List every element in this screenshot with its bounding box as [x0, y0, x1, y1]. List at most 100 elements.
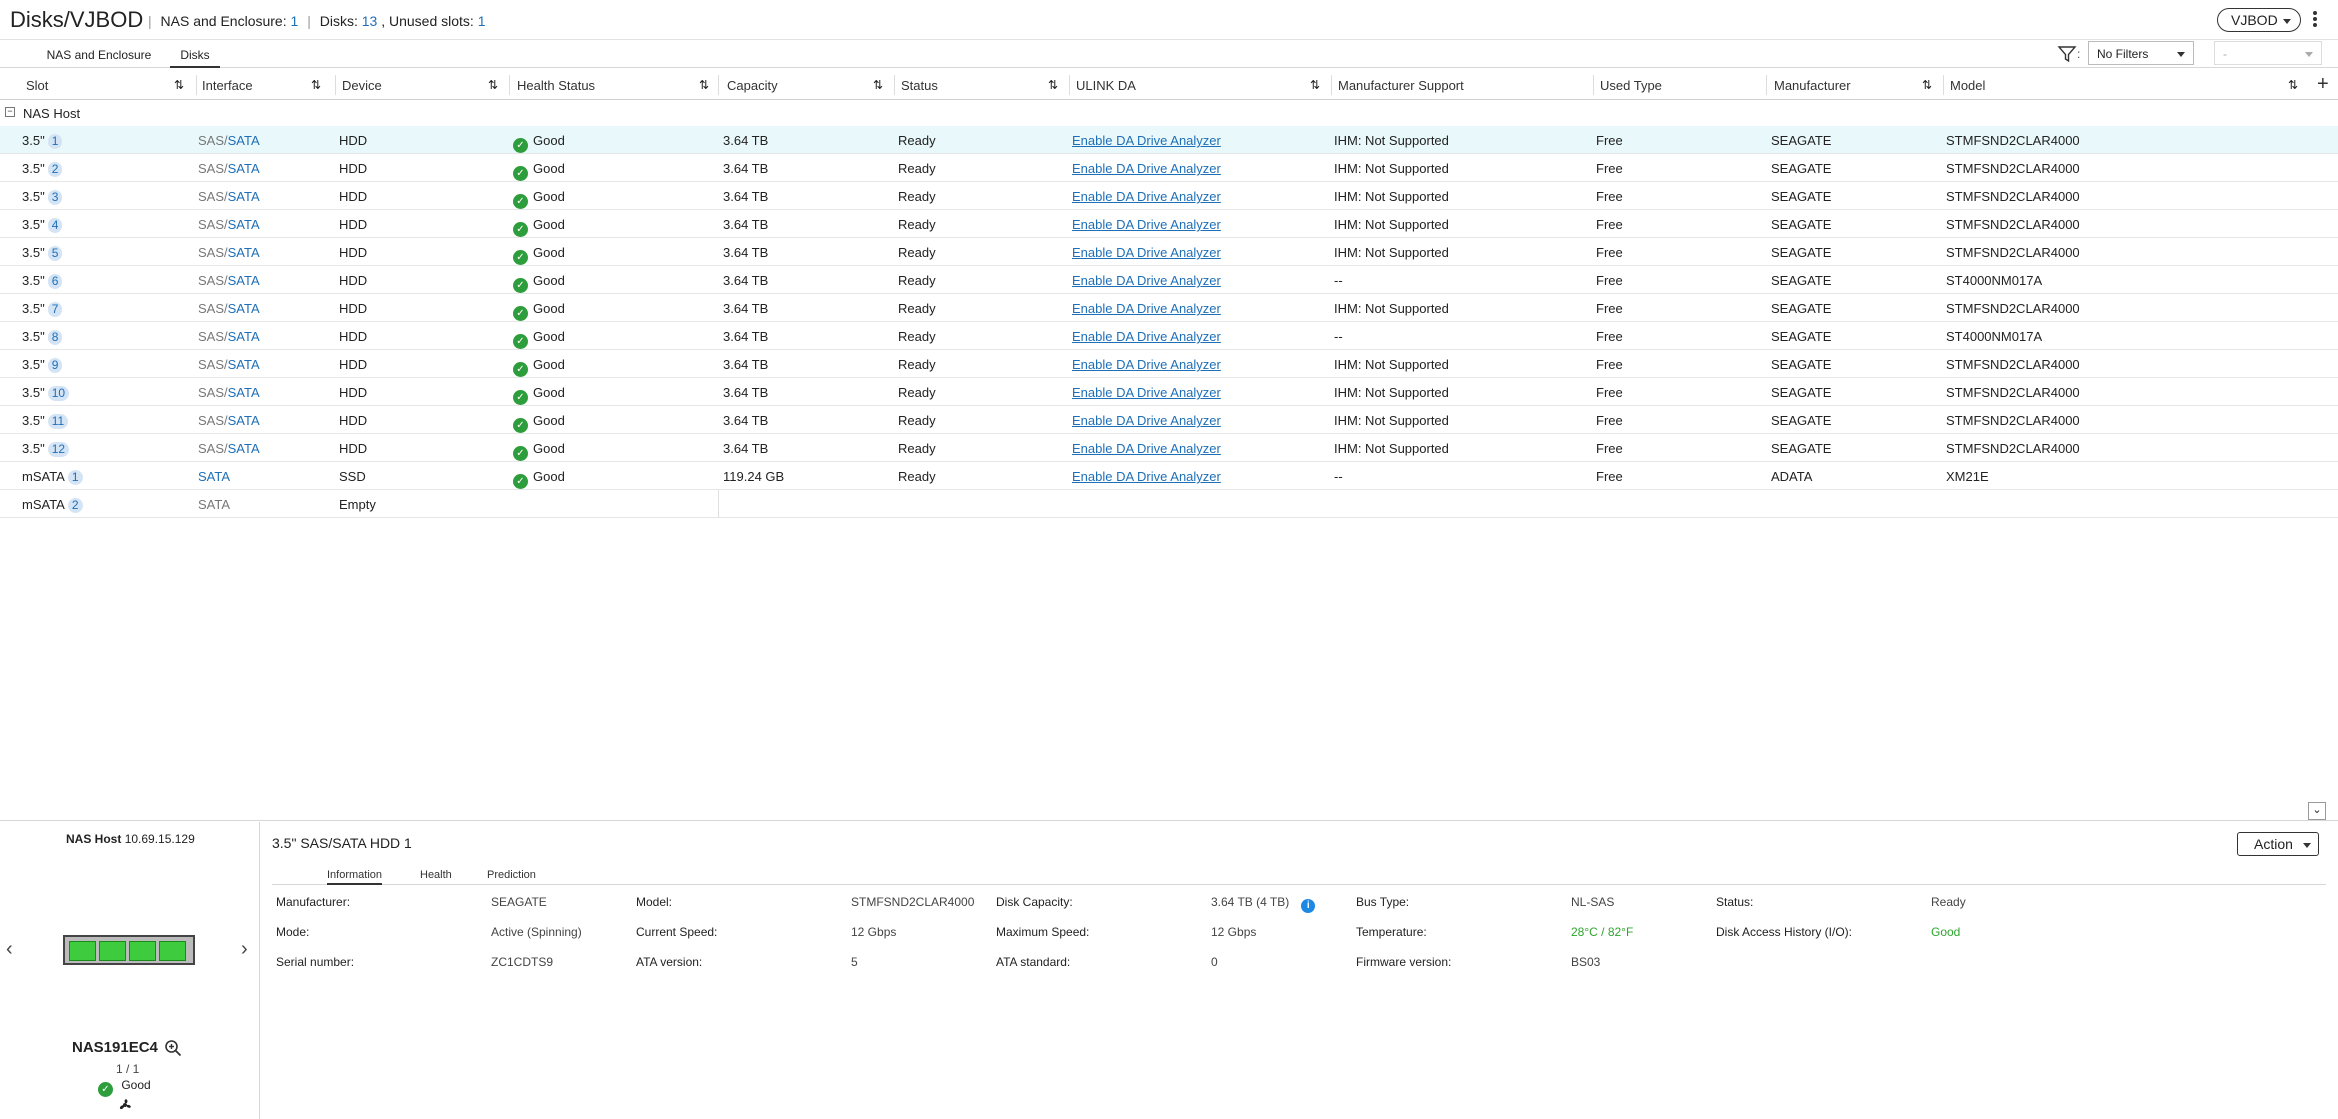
table-row[interactable]: 3.5" 6 SAS/SATA HDD ✓ Good 3.64 TB Ready Enable …	[0, 266, 2338, 294]
more-options-icon[interactable]	[2312, 10, 2318, 30]
model-cell: STMFSND2CLAR4000	[1946, 301, 2080, 316]
interface-cell: SAS/SATA	[198, 189, 260, 204]
slot-number-badge: 7	[47, 302, 63, 317]
enable-da-link[interactable]: Enable DA Drive Analyzer	[1072, 273, 1221, 288]
chevron-left-icon[interactable]: ‹	[6, 938, 13, 961]
check-circle-icon: ✓	[513, 138, 528, 153]
table-row[interactable]: mSATA 2 SATA Empty	[0, 490, 2338, 518]
slot-number-badge: 5	[47, 246, 63, 261]
filter-select-value: No Filters	[2097, 47, 2149, 61]
col-health-status[interactable]: Health Status	[517, 70, 595, 100]
table-row[interactable]: 3.5" 5 SAS/SATA HDD ✓ Good 3.64 TB Ready Enable …	[0, 238, 2338, 266]
col-interface[interactable]: Interface	[202, 70, 253, 100]
col-capacity[interactable]: Capacity	[727, 70, 778, 100]
enable-da-link[interactable]: Enable DA Drive Analyzer	[1072, 329, 1221, 344]
sort-icon[interactable]: ⇅	[311, 78, 321, 92]
enable-da-link[interactable]: Enable DA Drive Analyzer	[1072, 301, 1221, 316]
filter-icon[interactable]	[2057, 44, 2077, 64]
enable-da-link[interactable]: Enable DA Drive Analyzer	[1072, 441, 1221, 456]
status-cell: Ready	[898, 161, 936, 176]
col-manufacturer[interactable]: Manufacturer	[1774, 70, 1851, 100]
enable-da-link[interactable]: Enable DA Drive Analyzer	[1072, 217, 1221, 232]
used-type-cell: Free	[1596, 217, 1623, 232]
tab-nas-and-enclosure[interactable]: NAS and Enclosure	[44, 40, 154, 68]
chevron-down-icon	[2177, 52, 2185, 57]
enable-da-link[interactable]: Enable DA Drive Analyzer	[1072, 413, 1221, 428]
sort-icon[interactable]: ⇅	[1310, 78, 1320, 92]
slot-number-badge: 1	[47, 134, 63, 149]
status-cell: Ready	[898, 357, 936, 372]
detail-value: 3.64 TB (4 TB) i	[1211, 895, 1316, 913]
col-manufacturer-support[interactable]: Manufacturer Support	[1338, 70, 1464, 100]
health-cell: ✓ Good	[513, 189, 565, 209]
detail-label: ATA version:	[636, 955, 703, 969]
collapse-icon[interactable]: −	[5, 107, 15, 117]
slot-cell: 3.5" 1	[22, 133, 63, 149]
zoom-in-icon[interactable]	[164, 1039, 182, 1057]
table-row[interactable]: 3.5" 9 SAS/SATA HDD ✓ Good 3.64 TB Ready Enable …	[0, 350, 2338, 378]
col-status[interactable]: Status	[901, 70, 938, 100]
detail-value: ZC1CDTS9	[491, 955, 554, 969]
manufacturer-cell: SEAGATE	[1771, 441, 1832, 456]
col-slot[interactable]: Slot	[26, 70, 48, 100]
table-row[interactable]: mSATA 1 SATA SSD ✓ Good 119.24 GB Ready Enable D…	[0, 462, 2338, 490]
manufacturer-cell: SEAGATE	[1771, 273, 1832, 288]
filter-select[interactable]: No Filters	[2088, 41, 2194, 65]
table-row[interactable]: 3.5" 8 SAS/SATA HDD ✓ Good 3.64 TB Ready Enable …	[0, 322, 2338, 350]
table-row[interactable]: 3.5" 7 SAS/SATA HDD ✓ Good 3.64 TB Ready Enable …	[0, 294, 2338, 322]
filter-value-select[interactable]: -	[2214, 41, 2322, 65]
model-cell: STMFSND2CLAR4000	[1946, 189, 2080, 204]
enable-da-link[interactable]: Enable DA Drive Analyzer	[1072, 357, 1221, 372]
slot-number-badge: 3	[47, 190, 63, 205]
tab-information[interactable]: Information	[327, 869, 383, 885]
chevron-right-icon[interactable]: ›	[241, 938, 248, 961]
sort-icon[interactable]: ⇅	[1048, 78, 1058, 92]
sort-icon[interactable]: ⇅	[873, 78, 883, 92]
sort-icon[interactable]: ⇅	[488, 78, 498, 92]
sort-icon[interactable]: ⇅	[1922, 78, 1932, 92]
info-icon[interactable]: i	[1301, 899, 1316, 913]
add-column-icon[interactable]: +	[2317, 73, 2329, 96]
col-used-type[interactable]: Used Type	[1600, 70, 1662, 100]
top-bar: Disks/VJBOD | NAS and Enclosure: 1 | Dis…	[0, 0, 2338, 40]
table-row[interactable]: 3.5" 3 SAS/SATA HDD ✓ Good 3.64 TB Ready Enable …	[0, 182, 2338, 210]
support-cell: IHM: Not Supported	[1334, 385, 1449, 400]
used-type-cell: Free	[1596, 413, 1623, 428]
table-row[interactable]: 3.5" 10 SAS/SATA HDD ✓ Good 3.64 TB Ready Enable…	[0, 378, 2338, 406]
table-row[interactable]: 3.5" 12 SAS/SATA HDD ✓ Good 3.64 TB Ready Enable…	[0, 434, 2338, 462]
table-row[interactable]: 3.5" 2 SAS/SATA HDD ✓ Good 3.64 TB Ready Enable …	[0, 154, 2338, 182]
tab-prediction[interactable]: Prediction	[487, 869, 536, 885]
col-device[interactable]: Device	[342, 70, 382, 100]
check-circle-icon: ✓	[513, 334, 528, 349]
enable-da-link[interactable]: Enable DA Drive Analyzer	[1072, 469, 1221, 484]
col-model[interactable]: Model	[1950, 70, 1985, 100]
slot-number-badge: 8	[47, 330, 63, 345]
group-nas-host[interactable]: − NAS Host	[0, 102, 2338, 124]
health-cell: ✓ Good	[513, 245, 565, 265]
table-row[interactable]: 3.5" 11 SAS/SATA HDD ✓ Good 3.64 TB Ready Enable…	[0, 406, 2338, 434]
device-cell: HDD	[339, 301, 368, 316]
sort-icon[interactable]: ⇅	[699, 78, 709, 92]
collapse-panel-icon[interactable]: ⌄	[2308, 802, 2326, 820]
tab-disks[interactable]: Disks	[170, 40, 220, 68]
enable-da-link[interactable]: Enable DA Drive Analyzer	[1072, 189, 1221, 204]
device-cell: HDD	[339, 357, 368, 372]
used-type-cell: Free	[1596, 245, 1623, 260]
enable-da-link[interactable]: Enable DA Drive Analyzer	[1072, 161, 1221, 176]
enable-da-link[interactable]: Enable DA Drive Analyzer	[1072, 385, 1221, 400]
tab-health[interactable]: Health	[420, 869, 452, 885]
enable-da-link[interactable]: Enable DA Drive Analyzer	[1072, 133, 1221, 148]
health-cell: ✓ Good	[513, 161, 565, 181]
vjbod-button[interactable]: VJBOD	[2217, 8, 2301, 32]
table-row[interactable]: 3.5" 4 SAS/SATA HDD ✓ Good 3.64 TB Ready Enable …	[0, 210, 2338, 238]
sort-icon[interactable]: ⇅	[2288, 78, 2298, 92]
manufacturer-cell: SEAGATE	[1771, 217, 1832, 232]
enclosure-image[interactable]	[63, 935, 195, 965]
sort-icon[interactable]: ⇅	[174, 78, 184, 92]
enable-da-link[interactable]: Enable DA Drive Analyzer	[1072, 245, 1221, 260]
model-cell: ST4000NM017A	[1946, 329, 2043, 344]
action-button[interactable]: Action	[2237, 832, 2319, 856]
table-row[interactable]: 3.5" 1 SAS/SATA HDD ✓ Good 3.64 TB Ready Enable …	[0, 126, 2338, 154]
check-circle-icon: ✓	[513, 474, 528, 489]
col-ulink-da[interactable]: ULINK DA	[1076, 70, 1136, 100]
